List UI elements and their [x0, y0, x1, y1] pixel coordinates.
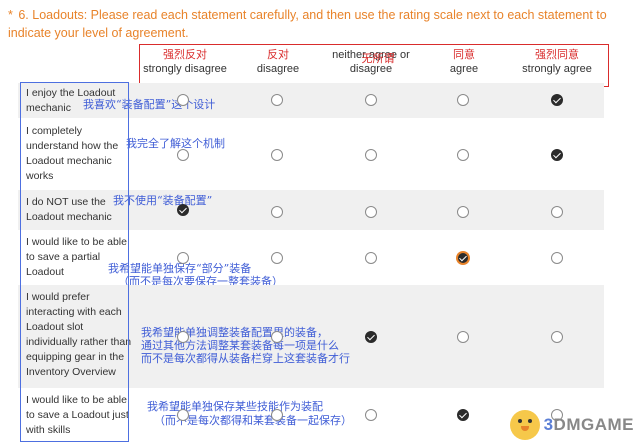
rating-radio[interactable]: [365, 206, 377, 218]
rating-radio[interactable]: [365, 149, 377, 161]
question-text: * 6. Loadouts: Please read each statemen…: [8, 6, 608, 42]
scale-header-4: 同意 agree: [424, 48, 504, 76]
rating-radio[interactable]: [271, 94, 283, 106]
rating-radio[interactable]: [365, 409, 377, 421]
translation-note: 我希望能单独保存“部分”装备: [108, 262, 252, 275]
rating-radio[interactable]: [177, 331, 189, 343]
scale-header-3: 无所谓 neither agree or disagree: [326, 48, 416, 76]
scale-header-2: 反对 disagree: [238, 48, 318, 76]
rating-radio-selected[interactable]: [457, 409, 469, 421]
translation-note: 我希望能单独调整装备配置里的装备，: [141, 326, 328, 339]
rating-radio[interactable]: [177, 149, 189, 161]
scale-en-4: agree: [449, 63, 479, 75]
rating-radio[interactable]: [271, 206, 283, 218]
rating-radio[interactable]: [457, 206, 469, 218]
question-label: 6. Loadouts: Please read each statement …: [8, 8, 607, 40]
chick-mascot-icon: [509, 410, 540, 440]
rating-radio[interactable]: [177, 94, 189, 106]
rating-radio[interactable]: [457, 149, 469, 161]
scale-cn-3: 无所谓: [361, 53, 395, 65]
scale-cn-4: 同意: [453, 49, 475, 61]
rating-radio[interactable]: [551, 206, 563, 218]
required-marker: *: [8, 8, 13, 22]
rating-radio[interactable]: [271, 331, 283, 343]
rating-radio[interactable]: [271, 149, 283, 161]
scale-en-2: disagree: [256, 63, 300, 75]
site-watermark: 3DMGAME: [509, 408, 634, 442]
translation-note: 通过其他方法调整某套装备每一项是什么: [141, 339, 339, 352]
scale-cn-2: 反对: [267, 49, 289, 61]
rating-radio[interactable]: [271, 409, 283, 421]
scale-en-5: strongly agree: [522, 63, 592, 75]
scale-cn-1: 强烈反对: [163, 49, 207, 61]
translation-note: 我完全了解这个机制: [126, 137, 225, 150]
rating-radio[interactable]: [457, 331, 469, 343]
watermark-text: 3DMGAME: [543, 415, 634, 434]
rating-radio-selected[interactable]: [365, 331, 377, 343]
rating-radio-selected[interactable]: [177, 204, 189, 216]
rating-radio[interactable]: [551, 331, 563, 343]
scale-header-5: 强烈同意 strongly agree: [512, 48, 602, 76]
rating-radio-selected[interactable]: [551, 94, 563, 106]
rating-radio[interactable]: [457, 94, 469, 106]
scale-header-1: 强烈反对 strongly disagree: [140, 48, 230, 76]
scale-cn-5: 强烈同意: [535, 49, 579, 61]
rating-radio[interactable]: [551, 252, 563, 264]
statement-annotation-box: [20, 82, 129, 442]
rating-radio-selected[interactable]: [456, 251, 470, 265]
rating-radio[interactable]: [177, 409, 189, 421]
rating-radio[interactable]: [271, 252, 283, 264]
rating-radio[interactable]: [365, 252, 377, 264]
scale-en-1: strongly disagree: [143, 63, 227, 75]
rating-radio-selected[interactable]: [551, 149, 563, 161]
translation-note: 我希望能单独保存某些技能作为装配: [147, 400, 323, 413]
translation-note: 而不是每次都得从装备栏穿上这套装备才行: [141, 352, 350, 365]
rating-radio[interactable]: [365, 94, 377, 106]
rating-radio[interactable]: [177, 252, 189, 264]
